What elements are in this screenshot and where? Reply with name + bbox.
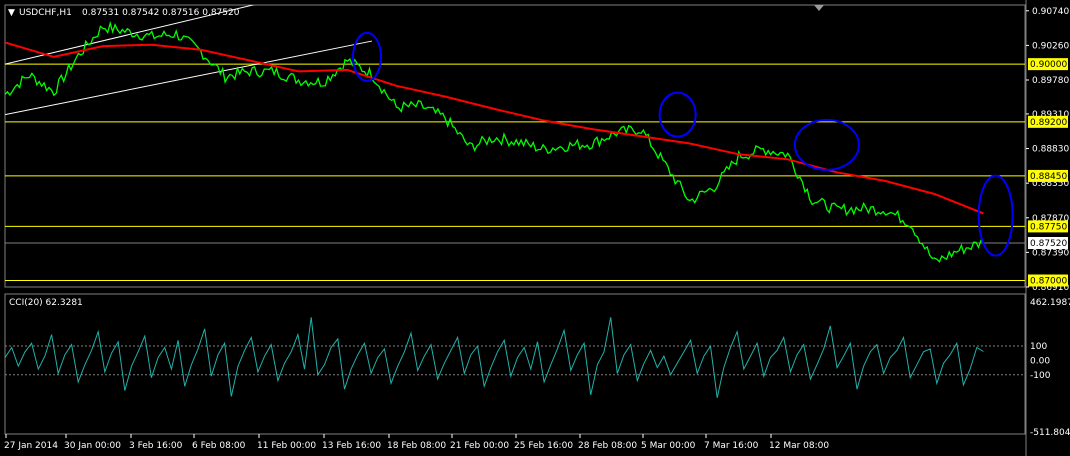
x-tick-label-8: 25 Feb 16:00 <box>514 441 573 451</box>
cci-tick-label--511.8047: -511.8047 <box>1030 428 1070 438</box>
symbol-label: USDCHF,H1 <box>19 8 72 18</box>
chart-background <box>0 0 1070 456</box>
level-tag-text-0.89200: 0.89200 <box>1030 118 1067 128</box>
level-tag-text-0.88450: 0.88450 <box>1030 172 1067 182</box>
x-tick-label-1: 30 Jan 00:00 <box>64 441 121 451</box>
x-tick-label-10: 5 Mar 00:00 <box>641 441 696 451</box>
x-tick-label-11: 7 Mar 16:00 <box>704 441 759 451</box>
cci-tick-label--100: -100 <box>1030 371 1051 381</box>
level-tag-text-0.87000: 0.87000 <box>1030 277 1067 287</box>
y-tick-label-0.89780: 0.89780 <box>1032 76 1069 86</box>
y-tick-label-0.90740: 0.90740 <box>1032 7 1069 17</box>
x-tick-label-9: 28 Feb 08:00 <box>578 441 637 451</box>
level-tag-text-0.87750: 0.87750 <box>1030 222 1067 232</box>
cci-label: CCI(20) 62.3281 <box>9 298 83 308</box>
cci-tick-label-100: 100 <box>1030 342 1047 352</box>
x-tick-label-3: 6 Feb 08:00 <box>192 441 246 451</box>
x-tick-label-0: 27 Jan 2014 <box>4 441 58 451</box>
x-tick-label-12: 12 Mar 08:00 <box>769 441 829 451</box>
chart-window: ▼ USDCHF,H1 0.87531 0.87542 0.87516 0.87… <box>0 0 1070 456</box>
triangle-down-icon[interactable]: ▼ <box>8 8 15 18</box>
x-tick-label-7: 21 Feb 00:00 <box>450 441 509 451</box>
chart-header: ▼ USDCHF,H1 0.87531 0.87542 0.87516 0.87… <box>8 8 240 18</box>
y-tick-label-0.87390: 0.87390 <box>1032 248 1069 258</box>
current-price-tag-text: 0.87520 <box>1030 239 1067 249</box>
x-tick-label-5: 13 Feb 16:00 <box>322 441 381 451</box>
y-tick-label-0.88830: 0.88830 <box>1032 145 1069 155</box>
x-tick-label-2: 3 Feb 16:00 <box>129 441 183 451</box>
cci-tick-label-0.00: 0.00 <box>1030 356 1050 366</box>
level-tag-text-0.90000: 0.90000 <box>1030 60 1067 70</box>
x-tick-label-6: 18 Feb 08:00 <box>387 441 446 451</box>
y-tick-label-0.90260: 0.90260 <box>1032 41 1069 51</box>
cci-tick-label-462.1987: 462.1987 <box>1030 298 1070 308</box>
ohlc-quote: 0.87531 0.87542 0.87516 0.87520 <box>82 8 240 18</box>
x-tick-label-4: 11 Feb 00:00 <box>257 441 316 451</box>
